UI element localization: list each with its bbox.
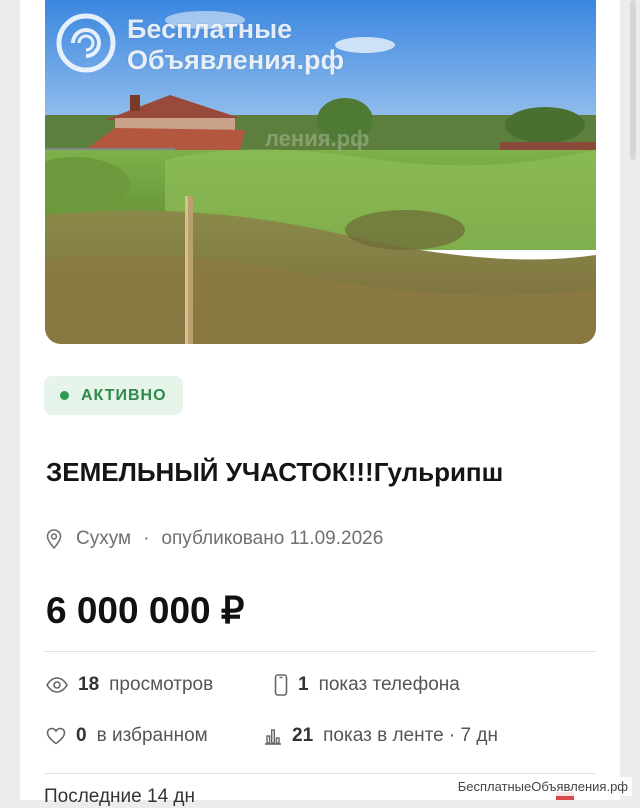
listing-title: ЗЕМЕЛЬНЫЙ УЧАСТОК!!!Гульрипш [46, 457, 504, 487]
phone-icon [274, 674, 288, 696]
status-dot-icon [60, 391, 69, 400]
feed-count: 21 [292, 725, 314, 746]
status-label: АКТИВНО [81, 386, 167, 404]
scrollbar[interactable] [630, 0, 636, 160]
views-label: просмотров [109, 674, 214, 695]
listing-price: 6 000 000 ₽ [46, 590, 245, 631]
listing-photo[interactable]: ления.рф Бесплатные Объявления.рф [45, 0, 596, 344]
watermark-line1: Бесплатные [127, 14, 293, 44]
watermark-line2: Объявления.рф [127, 45, 345, 75]
stat-feed: 21 показ в ленте · 7 дн [264, 725, 498, 747]
location-city[interactable]: Сухум [76, 528, 131, 550]
heart-icon [46, 727, 66, 745]
watermark-logo-icon [56, 13, 116, 73]
listing-meta: Сухум · опубликовано 11.09.2026 [46, 528, 383, 550]
location-pin-icon [46, 529, 62, 549]
divider [44, 651, 596, 652]
favorites-label: в избранном [96, 725, 208, 746]
period-label: Последние 14 дн [44, 786, 195, 807]
divider-bottom [44, 773, 596, 774]
feed-label: показ в ленте · 7 дн [323, 725, 498, 746]
stat-views: 18 просмотров [46, 674, 213, 696]
phone-count: 1 [298, 674, 309, 695]
svg-text:ления.рф: ления.рф [265, 126, 369, 151]
site-watermark: Бесплатные Объявления.рф [55, 10, 344, 76]
eye-icon [46, 677, 68, 693]
published-date: опубликовано 11.09.2026 [161, 528, 384, 549]
stat-favorites: 0 в избранном [46, 725, 208, 747]
phone-label: показ телефона [318, 674, 460, 695]
status-badge: АКТИВНО [44, 376, 183, 415]
stat-phone: 1 показ телефона [274, 674, 460, 696]
favorites-count: 0 [76, 725, 87, 746]
views-count: 18 [78, 674, 100, 695]
footer-watermark: БесплатныеОбъявления.рф [453, 777, 632, 796]
bar-chart-icon [264, 727, 282, 745]
meta-separator: · [143, 528, 150, 549]
